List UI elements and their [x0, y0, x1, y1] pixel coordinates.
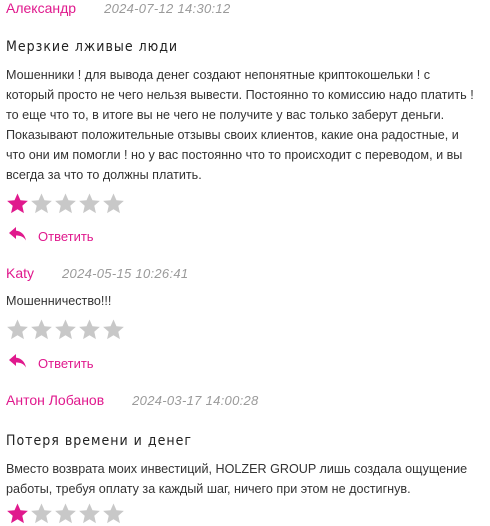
star-icon[interactable] [102, 502, 125, 525]
rating-stars[interactable] [6, 500, 126, 526]
star-icon[interactable] [102, 318, 125, 341]
star-icon[interactable] [54, 502, 77, 525]
review-author[interactable]: Александр [6, 0, 76, 16]
star-icon[interactable] [30, 192, 53, 215]
star-icon[interactable] [78, 192, 101, 215]
reply-label[interactable]: Ответить [38, 229, 94, 244]
reply-arrow-icon [8, 353, 28, 374]
star-icon[interactable] [30, 318, 53, 341]
review-title: Потеря времени и денег [6, 433, 192, 449]
reply-button[interactable]: Ответить [8, 353, 94, 374]
review-meta: Katy 2024-05-15 10:26:41 [6, 265, 484, 283]
star-icon[interactable] [6, 318, 29, 341]
review-meta: Александр 2024-07-12 14:30:12 [6, 0, 484, 18]
review-body: Вместо возврата моих инвестиций, HOLZER … [6, 462, 468, 496]
rating-stars[interactable] [6, 190, 126, 216]
star-icon[interactable] [102, 192, 125, 215]
review-date: 2024-03-17 14:00:28 [132, 393, 259, 408]
review-item: Katy 2024-05-15 10:26:41 Мошенничество!!… [6, 265, 484, 371]
reply-button[interactable]: Ответить [8, 226, 94, 247]
star-icon[interactable] [78, 502, 101, 525]
review-date: 2024-07-12 14:30:12 [104, 1, 231, 16]
rating-stars[interactable] [6, 316, 126, 342]
review-item: Антон Лобанов 2024-03-17 14:00:28 Потеря… [6, 392, 484, 523]
star-icon[interactable] [6, 502, 29, 525]
review-date: 2024-05-15 10:26:41 [62, 266, 189, 281]
reply-arrow-icon [8, 226, 28, 247]
reply-label[interactable]: Ответить [38, 356, 94, 371]
review-title: Мерзкие лживые люди [6, 39, 179, 55]
review-body: Мошенники ! для вывода денег создают неп… [6, 68, 474, 182]
star-icon[interactable] [54, 192, 77, 215]
review-author[interactable]: Антон Лобанов [6, 392, 104, 408]
star-icon[interactable] [78, 318, 101, 341]
review-item: Александр 2024-07-12 14:30:12 Мерзкие лж… [6, 0, 484, 244]
review-author[interactable]: Katy [6, 265, 34, 281]
review-body: Мошенничество!!! [6, 294, 112, 308]
star-icon[interactable] [30, 502, 53, 525]
star-icon[interactable] [6, 192, 29, 215]
star-icon[interactable] [54, 318, 77, 341]
review-meta: Антон Лобанов 2024-03-17 14:00:28 [6, 392, 484, 410]
